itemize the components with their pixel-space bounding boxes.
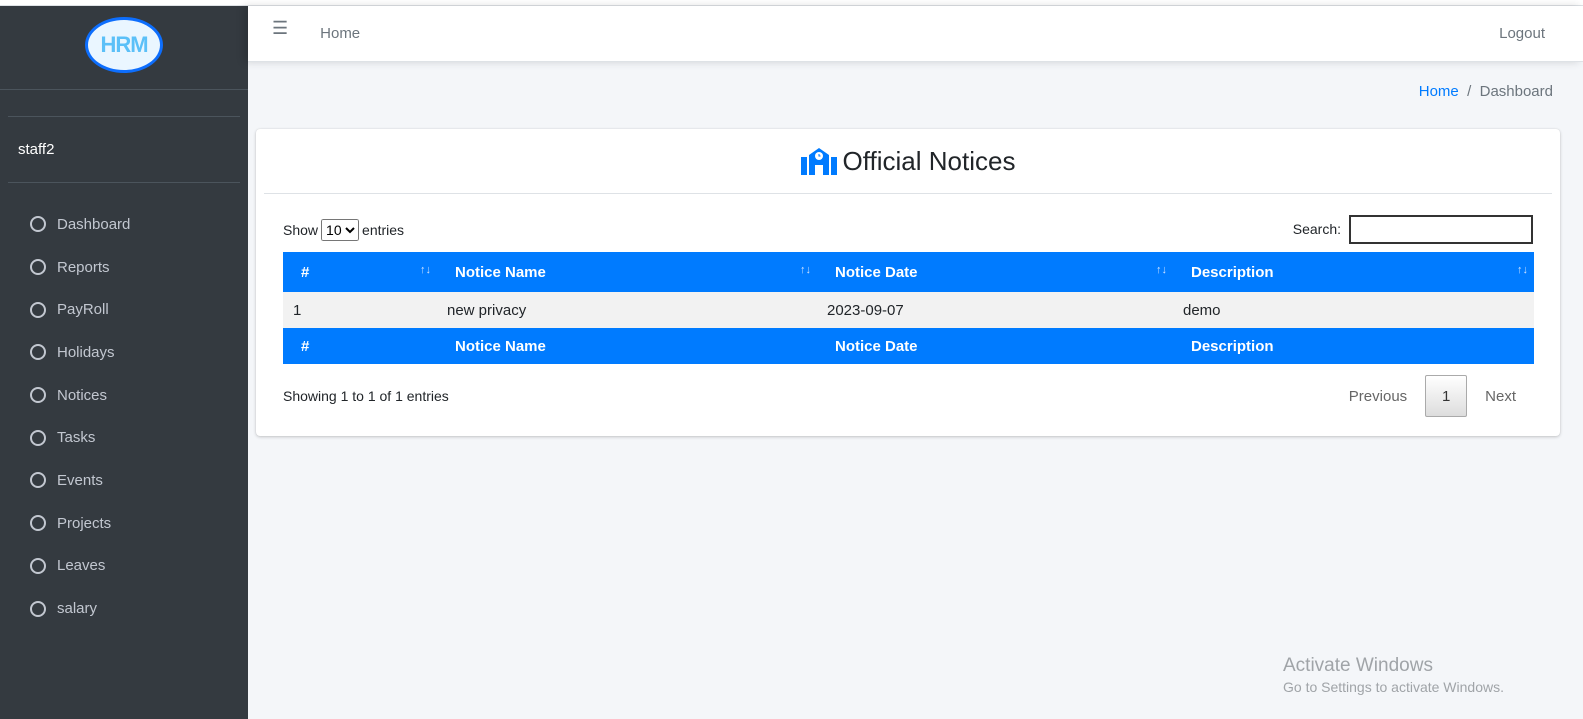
column-footer-label: Description bbox=[1191, 337, 1274, 355]
table-controls: Show 10 entries Search: bbox=[283, 215, 1533, 244]
pagination: Previous 1 Next bbox=[1349, 375, 1516, 417]
hamburger-icon[interactable]: ☰ bbox=[272, 18, 288, 39]
breadcrumb-separator: / bbox=[1467, 83, 1472, 100]
notices-table: # ↑↓ Notice Name ↑↓ Notice Date ↑↓ Description… bbox=[283, 252, 1534, 364]
sidebar-item-leaves[interactable]: Leaves bbox=[0, 545, 248, 588]
entries-select[interactable]: 10 bbox=[321, 218, 360, 241]
search-label: Search: bbox=[1292, 221, 1341, 237]
sidebar-item-payroll[interactable]: PayRoll bbox=[0, 288, 248, 331]
user-name[interactable]: staff2 bbox=[8, 116, 240, 183]
circle-icon bbox=[30, 301, 46, 318]
column-header[interactable]: Notice Name ↑↓ bbox=[437, 252, 817, 292]
show-label: Show bbox=[283, 221, 319, 238]
next-button[interactable]: Next bbox=[1485, 388, 1516, 405]
sidebar-item-label: Tasks bbox=[57, 429, 96, 447]
column-footer-label: Notice Date bbox=[835, 337, 918, 355]
circle-icon bbox=[30, 515, 46, 532]
notices-card: Official Notices Show 10 entries Search: #… bbox=[256, 129, 1560, 436]
search-input[interactable] bbox=[1349, 215, 1533, 244]
sidebar-item-reports[interactable]: Reports bbox=[0, 246, 248, 289]
column-footer: Notice Date bbox=[817, 328, 1173, 364]
column-footer: Description bbox=[1173, 328, 1534, 364]
circle-icon bbox=[30, 259, 46, 276]
circle-icon bbox=[30, 344, 46, 361]
top-navbar: ☰ Home Logout bbox=[248, 6, 1583, 62]
sidebar-item-label: Dashboard bbox=[57, 215, 131, 233]
table-info: Showing 1 to 1 of 1 entries bbox=[283, 388, 449, 404]
sidebar-item-projects[interactable]: Projects bbox=[0, 502, 248, 545]
circle-icon bbox=[30, 216, 46, 233]
page-1-button[interactable]: 1 bbox=[1425, 375, 1468, 417]
entries-label: entries bbox=[362, 221, 405, 238]
circle-icon bbox=[30, 472, 46, 489]
sidebar-item-label: Projects bbox=[57, 514, 112, 532]
sidebar-item-events[interactable]: Events bbox=[0, 459, 248, 502]
circle-icon bbox=[30, 429, 46, 446]
sidebar-item-tasks[interactable]: Tasks bbox=[0, 416, 248, 459]
sidebar-item-dashboard[interactable]: Dashboard bbox=[0, 203, 248, 246]
sidebar: HRM staff2 Dashboard Reports PayRoll Holida… bbox=[0, 6, 248, 719]
column-footer-label: Notice Name bbox=[455, 337, 546, 355]
sidebar-item-label: PayRoll bbox=[57, 301, 109, 319]
entries-length: Show 10 entries bbox=[283, 218, 405, 241]
sort-icon[interactable]: ↑↓ bbox=[420, 264, 431, 276]
column-header-label: Notice Date bbox=[835, 263, 918, 281]
sidebar-item-label: Holidays bbox=[57, 343, 115, 361]
brand[interactable]: HRM bbox=[0, 6, 248, 90]
card-title: Official Notices bbox=[264, 129, 1552, 194]
watermark-title: Activate Windows bbox=[1283, 655, 1433, 676]
sort-icon[interactable]: ↑↓ bbox=[1517, 264, 1528, 276]
sidebar-item-label: Events bbox=[57, 471, 103, 489]
sidebar-item-label: Leaves bbox=[57, 557, 106, 575]
column-footer: Notice Name bbox=[437, 328, 817, 364]
sidebar-item-label: salary bbox=[57, 600, 98, 618]
table-cell: new privacy bbox=[437, 292, 817, 328]
table-cell: 1 bbox=[283, 292, 437, 328]
column-footer: # bbox=[283, 328, 437, 364]
sidebar-item-salary[interactable]: salary bbox=[0, 587, 248, 630]
previous-button[interactable]: Previous bbox=[1349, 388, 1407, 405]
breadcrumb-home[interactable]: Home bbox=[1419, 83, 1459, 100]
sidebar-item-label: Reports bbox=[57, 258, 110, 276]
column-footer-label: # bbox=[301, 337, 310, 355]
column-header-label: # bbox=[301, 263, 310, 281]
circle-icon bbox=[30, 557, 46, 574]
breadcrumb: Home / Dashboard bbox=[1419, 83, 1553, 100]
sidebar-item-label: Notices bbox=[57, 386, 108, 404]
table-row: 1 new privacy 2023-09-07 demo bbox=[283, 292, 1534, 328]
column-header-label: Description bbox=[1191, 263, 1274, 281]
search-box: Search: bbox=[1293, 215, 1533, 244]
sidebar-nav: Dashboard Reports PayRoll Holidays Notices Ta… bbox=[0, 203, 248, 630]
table-cell: demo bbox=[1173, 292, 1534, 328]
sort-icon[interactable]: ↑↓ bbox=[1156, 264, 1167, 276]
page-title: Official Notices bbox=[842, 145, 1016, 176]
sidebar-item-notices[interactable]: Notices bbox=[0, 374, 248, 417]
circle-icon bbox=[30, 387, 46, 404]
hrm-logo: HRM bbox=[85, 16, 163, 73]
nav-home-link[interactable]: Home bbox=[320, 25, 360, 42]
sort-icon[interactable]: ↑↓ bbox=[800, 264, 811, 276]
main-content: ☰ Home Logout Home / Dashboard Official … bbox=[248, 6, 1583, 719]
windows-watermark: Activate Windows Go to Settings to activa… bbox=[1283, 655, 1504, 695]
table-cell: 2023-09-07 bbox=[817, 292, 1173, 328]
table-footer: Showing 1 to 1 of 1 entries Previous 1 N… bbox=[283, 375, 1516, 417]
column-header[interactable]: Notice Date ↑↓ bbox=[817, 252, 1173, 292]
sidebar-item-holidays[interactable]: Holidays bbox=[0, 331, 248, 374]
column-header-label: Notice Name bbox=[455, 263, 546, 281]
circle-icon bbox=[30, 600, 46, 617]
column-header[interactable]: # ↑↓ bbox=[283, 252, 437, 292]
watermark-subtitle: Go to Settings to activate Windows. bbox=[1283, 679, 1504, 695]
breadcrumb-current: Dashboard bbox=[1479, 83, 1553, 100]
school-icon bbox=[800, 148, 837, 175]
column-header[interactable]: Description ↑↓ bbox=[1173, 252, 1534, 292]
logout-link[interactable]: Logout bbox=[1499, 25, 1545, 42]
